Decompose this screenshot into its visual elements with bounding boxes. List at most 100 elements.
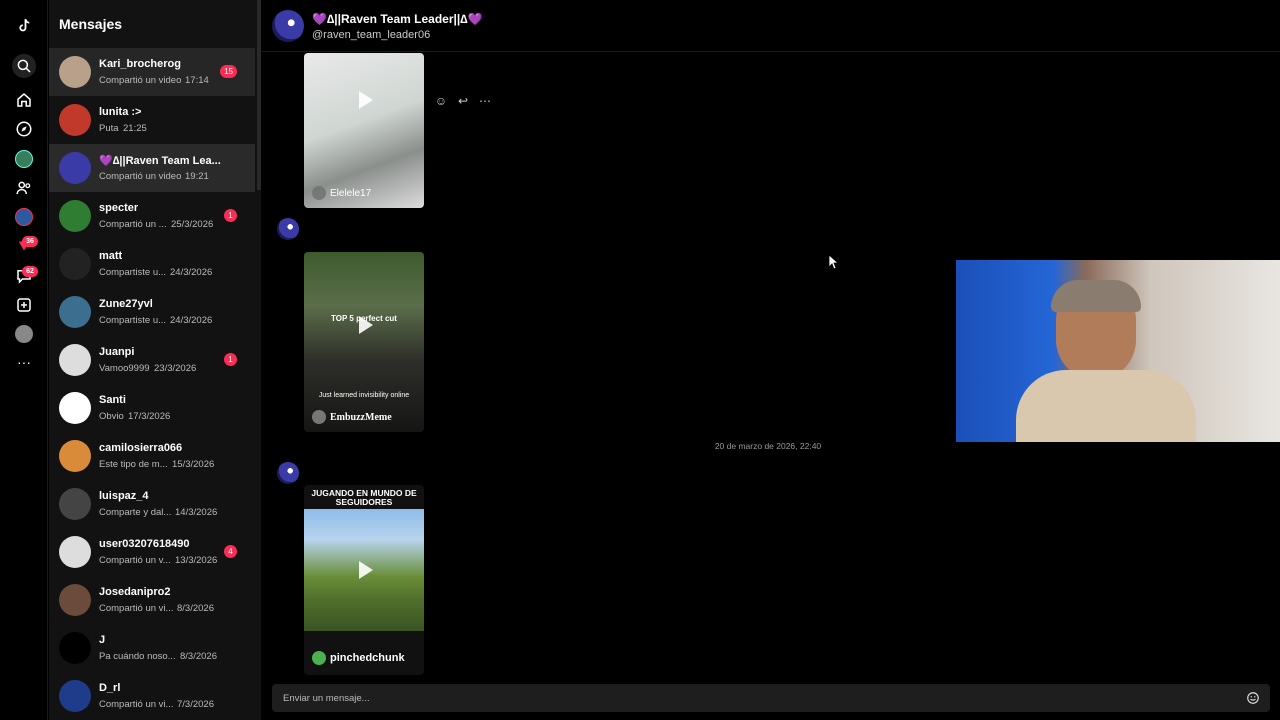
conversation-preview: Obvio — [99, 411, 124, 422]
unread-badge: 1 — [224, 353, 237, 366]
webcam-overlay — [956, 260, 1280, 442]
friends-icon[interactable] — [12, 176, 36, 200]
conversation-preview: Compartió un vi... — [99, 699, 174, 710]
conversation-time: 14/3/2026 — [175, 507, 218, 518]
chat-avatar[interactable] — [272, 10, 304, 42]
conversation-item[interactable]: Santi Obvio 17/3/2026 — [49, 384, 255, 432]
message-actions: ☺ ↩ ⋯ — [434, 94, 492, 108]
author-avatar — [312, 186, 326, 200]
profile-avatar-icon[interactable] — [15, 325, 33, 343]
conversation-name: Santi — [99, 394, 126, 406]
video-caption: JUGANDO EN MUNDO DE SEGUIDORES — [311, 488, 417, 507]
conversation-time: 17/3/2026 — [128, 411, 171, 422]
conversation-preview: Compartió un v... — [99, 555, 171, 566]
play-icon — [359, 561, 373, 579]
unread-badge: 1 — [224, 209, 237, 222]
conversation-time: 8/3/2026 — [177, 603, 214, 614]
explore-compass-icon[interactable] — [12, 117, 36, 141]
avatar — [59, 104, 91, 136]
shared-video-card[interactable]: TOP 5 perfect cut Just learned invisibil… — [304, 252, 424, 432]
conversation-item[interactable]: specter Compartió un ... 25/3/2026 1 — [49, 192, 255, 240]
video-caption: Just learned invisibility online — [318, 392, 410, 399]
video-author-name: pinchedchunk — [330, 652, 405, 664]
conversation-name: camilosierra066 — [99, 442, 183, 454]
conversation-time: 13/3/2026 — [175, 555, 218, 566]
conversation-preview: Compartió un video — [99, 171, 182, 182]
author-avatar — [312, 651, 326, 665]
conversation-preview: Compartió un video — [99, 75, 182, 86]
sender-avatar[interactable] — [277, 462, 299, 484]
conversation-name: user03207618490 — [99, 538, 190, 550]
conversation-item[interactable]: Josedanipro2 Compartió un vi... 8/3/2026 — [49, 576, 255, 624]
conversation-item[interactable]: camilosierra066 Este tipo de m... 15/3/202… — [49, 432, 255, 480]
app-window: 36 62 ··· Mensajes Kari_brocherog Compart… — [0, 0, 1280, 720]
conversation-item[interactable]: lunita :> Puta 21:25 — [49, 96, 255, 144]
conversation-time: 24/3/2026 — [170, 267, 213, 278]
tiktok-logo-icon[interactable] — [12, 14, 36, 38]
conversation-list: Mensajes Kari_brocherog Compartió un vide… — [49, 0, 261, 720]
avatar — [59, 536, 91, 568]
conversation-time: 7/3/2026 — [177, 699, 214, 710]
reply-icon[interactable]: ↩ — [456, 94, 470, 108]
video-author: pinchedchunk — [312, 651, 405, 665]
avatar — [59, 152, 91, 184]
more-icon[interactable]: ··· — [12, 350, 36, 374]
avatar — [59, 344, 91, 376]
conversation-item[interactable]: user03207618490 Compartió un v... 13/3/202… — [49, 528, 255, 576]
following-avatar-icon[interactable] — [15, 150, 33, 168]
conversation-time: 23/3/2026 — [154, 363, 197, 374]
emoji-icon[interactable] — [1246, 691, 1260, 705]
conversation-item[interactable]: J Pa cuándo noso... 8/3/2026 — [49, 624, 255, 672]
shared-video-card[interactable]: Elelele17 — [304, 53, 424, 208]
video-author: Elelele17 — [312, 186, 371, 200]
conversation-preview: Pa cuándo noso... — [99, 651, 176, 662]
conversation-name: matt — [99, 250, 123, 262]
sender-avatar[interactable] — [277, 218, 299, 240]
activity-badge: 36 — [22, 236, 38, 247]
upload-icon[interactable] — [12, 293, 36, 317]
shared-video-card[interactable]: JUGANDO EN MUNDO DE SEGUIDORES pinchedch… — [304, 485, 424, 675]
conversation-item[interactable]: Kari_brocherog Compartió un video 17:14 15 — [49, 48, 255, 96]
nav-rail: 36 62 ··· — [0, 0, 48, 720]
search-icon[interactable] — [12, 54, 36, 78]
message-composer — [272, 684, 1270, 712]
date-separator: 20 de marzo de 2026, 22:40 — [714, 441, 822, 451]
conversation-item[interactable]: D_rl Compartió un vi... 7/3/2026 — [49, 672, 255, 720]
message-input[interactable] — [272, 684, 1232, 712]
conversation-item[interactable]: matt Compartiste u... 24/3/2026 — [49, 240, 255, 288]
conversation-time: 25/3/2026 — [171, 219, 214, 230]
conversation-time: 17:14 — [185, 75, 209, 86]
chat-handle[interactable]: @raven_team_leader06 — [312, 29, 430, 41]
avatar — [59, 584, 91, 616]
home-icon[interactable] — [12, 88, 36, 112]
conversation-name: J — [99, 634, 106, 646]
live-avatar-icon[interactable] — [15, 208, 33, 226]
conversation-preview: Vamoo9999 — [99, 363, 150, 374]
avatar — [59, 296, 91, 328]
conversation-item[interactable]: 💜∆||Raven Team Lea... Compartió un video 1… — [49, 144, 255, 192]
play-icon — [359, 316, 373, 334]
conversation-name: specter — [99, 202, 139, 214]
conversation-preview: Este tipo de m... — [99, 459, 168, 470]
conversation-item[interactable]: luispaz_4 Comparte y dal... 14/3/2026 — [49, 480, 255, 528]
chat-name[interactable]: 💜∆||Raven Team Leader||∆💜 — [312, 12, 483, 26]
messages-badge: 62 — [22, 266, 38, 277]
conversation-preview: Comparte y dal... — [99, 507, 172, 518]
webcam-shirt — [1016, 370, 1196, 442]
page-title: Mensajes — [59, 16, 123, 32]
conversation-name: Kari_brocherog — [99, 58, 181, 70]
list-scrollbar[interactable] — [257, 0, 261, 190]
conversation-preview: Compartiste u... — [99, 267, 167, 278]
react-emoji-icon[interactable]: ☺ — [434, 94, 448, 108]
conversation-time: 19:21 — [185, 171, 209, 182]
chat-header: 💜∆||Raven Team Leader||∆💜 @raven_team_le… — [262, 0, 1280, 52]
conversation-name: Josedanipro2 — [99, 586, 171, 598]
conversation-item[interactable]: Juanpi Vamoo9999 23/3/2026 1 — [49, 336, 255, 384]
avatar — [59, 632, 91, 664]
video-author-name: EmbuzzMeme — [330, 411, 392, 423]
more-options-icon[interactable]: ⋯ — [478, 94, 492, 108]
conversation-item[interactable]: Zune27yvl Compartiste u... 24/3/2026 — [49, 288, 255, 336]
video-author-name: Elelele17 — [330, 187, 372, 199]
conversation-time: 8/3/2026 — [180, 651, 217, 662]
conversation-name: luispaz_4 — [99, 490, 149, 502]
